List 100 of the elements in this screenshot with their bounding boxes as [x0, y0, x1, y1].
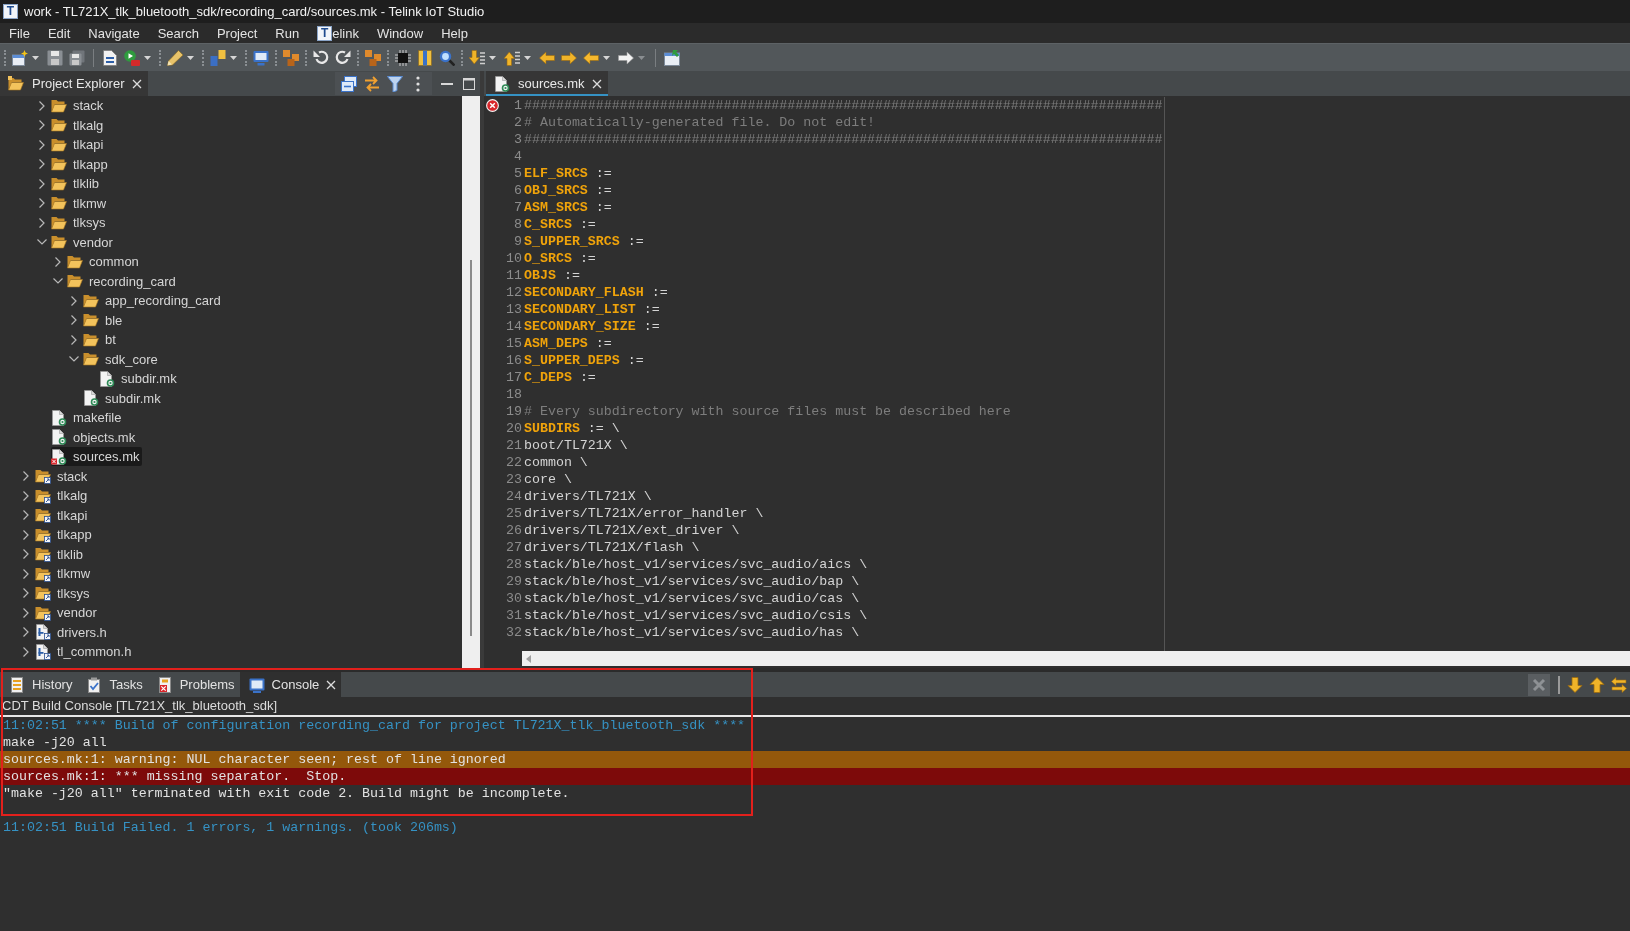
new-window-icon[interactable]: [12, 49, 28, 66]
tree-item[interactable]: tlksys: [51, 213, 109, 233]
tree-item[interactable]: tlklib: [35, 544, 86, 564]
close-icon[interactable]: [592, 78, 603, 89]
caret-icon[interactable]: [32, 55, 39, 60]
tree-item[interactable]: tlkapi: [51, 135, 107, 155]
caret-icon[interactable]: [489, 55, 496, 60]
arrow-left-icon[interactable]: [583, 49, 599, 66]
tree-item[interactable]: tlkapp: [35, 525, 95, 545]
maximize-icon[interactable]: [461, 75, 477, 92]
tree-item[interactable]: sdk_core: [83, 349, 161, 369]
chevron-right-icon[interactable]: [23, 529, 29, 540]
menu-item[interactable]: T elink: [308, 23, 368, 43]
menu-item[interactable]: File: [0, 23, 39, 43]
chevron-right-icon[interactable]: [23, 646, 29, 657]
chevron-right-icon[interactable]: [23, 510, 29, 521]
chevron-right-icon[interactable]: [39, 139, 45, 150]
chevron-right-icon[interactable]: [39, 217, 45, 228]
caret-icon[interactable]: [187, 55, 194, 60]
editor-tab[interactable]: sources.mk: [486, 71, 609, 96]
tree-item[interactable]: stack: [51, 96, 107, 116]
chevron-right-icon[interactable]: [23, 588, 29, 599]
menu-item[interactable]: Help: [432, 23, 477, 43]
chevron-right-icon[interactable]: [23, 627, 29, 638]
view-tab[interactable]: History: [0, 672, 78, 697]
chevron-right-icon[interactable]: [39, 120, 45, 131]
filter-icon[interactable]: [387, 75, 403, 92]
blocks-icon[interactable]: [365, 49, 381, 66]
close-icon[interactable]: [132, 78, 143, 89]
tree-item[interactable]: tlkmw: [35, 564, 94, 584]
blocks-icon[interactable]: [283, 49, 299, 66]
chevron-right-icon[interactable]: [71, 334, 77, 345]
tree-item[interactable]: common: [67, 252, 142, 272]
chevron-right-icon[interactable]: [23, 607, 29, 618]
chevron-right-icon[interactable]: [39, 198, 45, 209]
swap-arrows-icon[interactable]: [364, 75, 380, 92]
monitor-icon[interactable]: [253, 49, 269, 66]
tree-item[interactable]: makefile: [51, 408, 125, 428]
arrow-right-icon[interactable]: [618, 49, 634, 66]
chevron-right-icon[interactable]: [55, 256, 61, 267]
chevron-down-icon[interactable]: [69, 356, 79, 363]
save-all-icon[interactable]: [69, 49, 85, 66]
view-tab[interactable]: Project Explorer: [0, 71, 149, 96]
tree-item[interactable]: bt: [83, 330, 119, 350]
save-icon[interactable]: [47, 49, 63, 66]
tree-item[interactable]: tl_common.h: [35, 642, 135, 662]
tree-item[interactable]: vendor: [35, 603, 100, 623]
menu-item[interactable]: Edit: [38, 23, 80, 43]
view-tab[interactable]: Tasks: [77, 672, 148, 697]
tree-item[interactable]: subdir.mk: [83, 388, 164, 408]
tree-item[interactable]: app_recording_card: [83, 291, 224, 311]
run-icon[interactable]: [124, 49, 140, 66]
tree-item[interactable]: sources.mk: [51, 447, 143, 467]
tree-item[interactable]: tlkmw: [51, 193, 110, 213]
tree-item[interactable]: objects.mk: [51, 427, 139, 447]
chevron-right-icon[interactable]: [23, 549, 29, 560]
caret-icon[interactable]: [230, 55, 237, 60]
chevron-right-icon[interactable]: [39, 178, 45, 189]
chevron-right-icon[interactable]: [39, 159, 45, 170]
caret-icon[interactable]: [603, 55, 610, 60]
menu-item[interactable]: Run: [266, 23, 309, 43]
tree-item[interactable]: ble: [83, 310, 126, 330]
close-icon[interactable]: [326, 679, 337, 690]
swap-arrows-icon[interactable]: [1611, 676, 1627, 693]
menu-item[interactable]: Search: [148, 23, 208, 43]
arrow-down-icon[interactable]: [469, 49, 485, 66]
tree-item[interactable]: drivers.h: [35, 622, 110, 642]
pencil-icon[interactable]: [167, 49, 183, 66]
tree-item[interactable]: stack: [35, 466, 91, 486]
chevron-right-icon[interactable]: [39, 100, 45, 111]
arrow-up-icon[interactable]: [504, 49, 520, 66]
tree-item[interactable]: tlkapi: [35, 505, 91, 525]
chevron-right-icon[interactable]: [71, 315, 77, 326]
chevron-right-icon[interactable]: [23, 490, 29, 501]
tree-item[interactable]: vendor: [51, 232, 116, 252]
book-icon[interactable]: [417, 49, 433, 66]
arrow-right-icon[interactable]: [561, 49, 577, 66]
document-icon[interactable]: [102, 49, 118, 66]
menu-item[interactable]: Project: [207, 23, 267, 43]
caret-icon[interactable]: [144, 55, 151, 60]
tree-item[interactable]: subdir.mk: [99, 369, 180, 389]
view-tab[interactable]: Console: [239, 672, 342, 697]
menu-item[interactable]: Navigate: [79, 23, 149, 43]
window-icon[interactable]: [664, 49, 680, 66]
scrollbar[interactable]: [522, 651, 1630, 666]
chip-icon[interactable]: [395, 49, 411, 66]
collapse-all-icon[interactable]: [341, 75, 357, 92]
search-icon[interactable]: [439, 49, 455, 66]
tree-item[interactable]: recording_card: [67, 271, 179, 291]
arrow-up-icon[interactable]: [1589, 676, 1605, 693]
rotate-left-icon[interactable]: [313, 49, 329, 66]
chevron-right-icon[interactable]: [71, 295, 77, 306]
tree-item[interactable]: tlklib: [51, 174, 102, 194]
caret-icon[interactable]: [524, 55, 531, 60]
chevron-right-icon[interactable]: [23, 471, 29, 482]
arrow-down-icon[interactable]: [1567, 676, 1583, 693]
rectangles-icon[interactable]: [210, 49, 226, 66]
scrollbar[interactable]: [462, 96, 480, 668]
chevron-right-icon[interactable]: [23, 568, 29, 579]
menu-item[interactable]: Window: [367, 23, 433, 43]
